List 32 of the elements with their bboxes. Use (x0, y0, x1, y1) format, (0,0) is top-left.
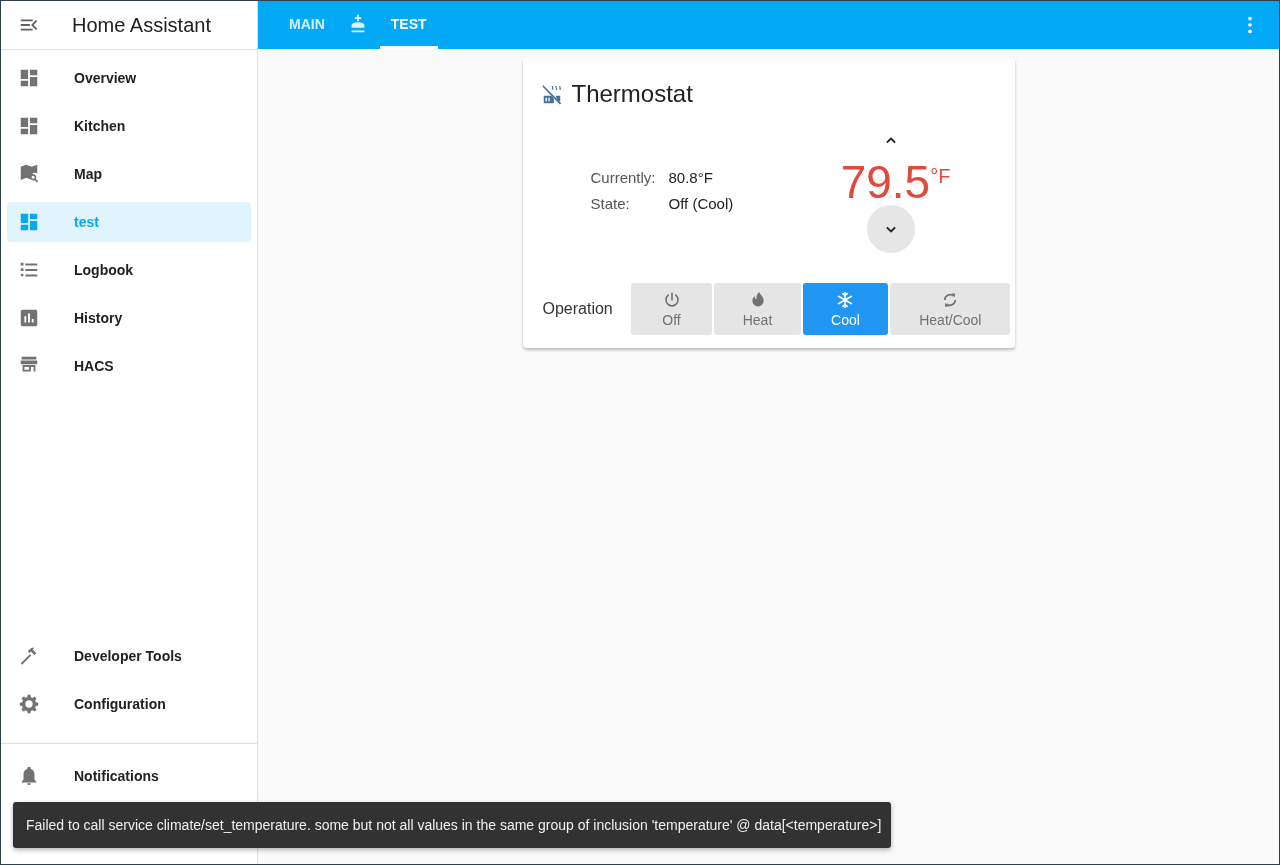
info-label: Currently: (590, 168, 657, 186)
mode-button[interactable]: Heat (714, 283, 801, 335)
sidebar-item[interactable]: Kitchen (7, 106, 251, 146)
sidebar-item[interactable]: Overview (7, 58, 251, 98)
sidebar-item[interactable]: Developer Tools (7, 636, 251, 676)
sidebar-item[interactable]: Logbook (7, 250, 251, 290)
dashboard-icon (18, 211, 40, 233)
operation-label: Operation (542, 300, 613, 318)
sidebar-item[interactable]: Map (7, 154, 251, 194)
sidebar-item[interactable]: Configuration (7, 684, 251, 724)
info-value: 80.8°F (668, 168, 714, 186)
info-value: Off (Cool) (668, 194, 734, 212)
temperature-unit: °F (930, 165, 951, 188)
card-title: Thermostat (571, 80, 693, 108)
dashboard-icon (18, 115, 40, 137)
dashboard-icon (18, 67, 40, 89)
target-temperature: 79.5 (840, 159, 931, 205)
thermostat-off-icon (540, 83, 563, 105)
map-search-icon (18, 163, 40, 185)
bar-chart-icon (18, 307, 40, 329)
mode-button[interactable]: Off (630, 283, 713, 335)
info-label: State: (590, 194, 631, 212)
app-title: Home Assistant (72, 13, 211, 37)
sidebar-item[interactable]: HACS (7, 346, 251, 386)
decrease-button[interactable] (866, 205, 915, 253)
snowflake-icon (836, 290, 855, 309)
mode-button[interactable]: Heat/Cool (890, 283, 1011, 335)
power-icon (662, 290, 681, 309)
sidebar-item[interactable]: Notifications (7, 756, 251, 796)
sidebar-item[interactable]: History (7, 298, 251, 338)
error-toast: Failed to call service climate/set_temperature. some but not all values in the same group of inclusion 'temperature' @ data[<temperature>] (13, 802, 891, 848)
gear-icon (18, 693, 40, 715)
